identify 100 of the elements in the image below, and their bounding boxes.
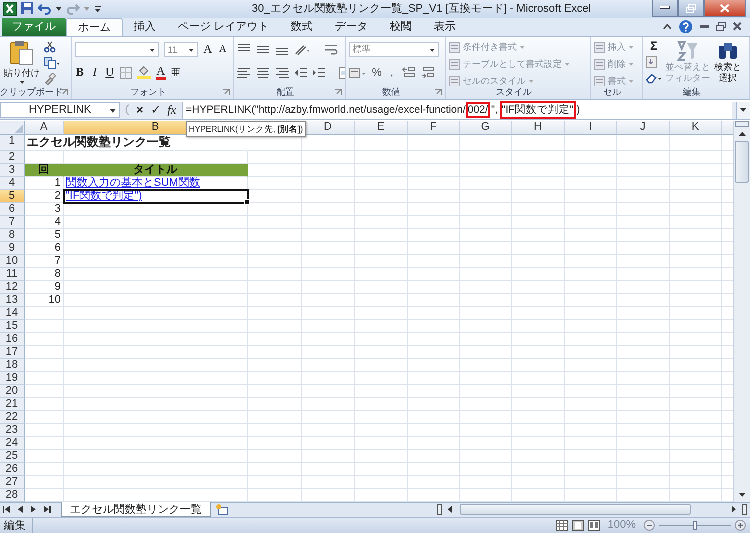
enter-button[interactable]: ✓ [150, 103, 162, 118]
decrease-decimal-icon[interactable] [421, 66, 435, 79]
page-break-icon[interactable] [588, 520, 600, 531]
spreadsheet-logo-icon[interactable] [3, 2, 17, 16]
grow-font-button[interactable]: A [203, 42, 213, 58]
paste-button[interactable]: 貼り付け [3, 40, 41, 86]
scroll-thumb[interactable] [735, 140, 749, 183]
row-header[interactable]: 19 [0, 372, 25, 385]
ribbon-tab[interactable]: 数式 [280, 18, 324, 36]
dialog-launcher-icon[interactable] [335, 88, 342, 96]
copy-icon[interactable] [44, 56, 60, 69]
row-header[interactable]: 21 [0, 398, 25, 411]
slider-thumb[interactable] [693, 520, 697, 530]
find-select-button[interactable]: 検索と選択 [714, 40, 742, 86]
phonetic-button[interactable]: 亜 [171, 66, 181, 80]
previous-sheet-icon[interactable] [18, 506, 23, 514]
last-sheet-icon[interactable] [44, 506, 51, 514]
decrease-indent-icon[interactable] [294, 66, 307, 79]
underline-button[interactable]: U [105, 65, 115, 80]
column-header[interactable]: F [408, 120, 460, 135]
row-header[interactable]: 20 [0, 384, 25, 398]
text-align-icon[interactable] [237, 66, 251, 79]
next-sheet-icon[interactable] [31, 506, 36, 514]
increase-indent-icon[interactable] [312, 66, 325, 79]
caret-icon[interactable] [56, 6, 62, 11]
formula-field[interactable]: =HYPERLINK("http://azby.fmworld.net/usage/excel-function/ 002/ ", "IF関数で判定" ) [182, 102, 732, 119]
row-header[interactable]: 3 [0, 164, 25, 177]
row-header[interactable]: 7 [0, 216, 25, 229]
normal-view-icon[interactable] [556, 520, 568, 531]
number-style-button[interactable]: , [387, 66, 397, 79]
row-header[interactable]: 9 [0, 242, 25, 255]
help-icon[interactable] [679, 20, 693, 34]
row-header[interactable]: 27 [0, 476, 25, 489]
scissors-icon[interactable] [44, 40, 56, 53]
vertical-align-icon[interactable] [256, 44, 270, 56]
collapse-ribbon-icon[interactable] [663, 24, 672, 30]
insert-function-button[interactable]: fx [166, 102, 178, 118]
row-header[interactable]: 8 [0, 228, 25, 242]
restore-icon[interactable] [716, 22, 726, 32]
number-format-dropdown[interactable]: 標準 [349, 42, 439, 58]
currency-icon[interactable] [349, 66, 367, 79]
row-header[interactable]: 12 [0, 280, 25, 294]
ribbon-tab[interactable]: データ [324, 18, 380, 36]
ribbon-tab[interactable]: 挿入 [123, 18, 167, 36]
new-sheet-icon[interactable] [215, 504, 229, 516]
customize-toolbar-icon[interactable] [94, 4, 102, 13]
orientation-icon[interactable] [294, 44, 310, 56]
bold-button[interactable]: B [75, 65, 85, 80]
close-button[interactable] [704, 0, 746, 17]
column-header[interactable]: I [565, 120, 617, 135]
row-header[interactable]: 14 [0, 306, 25, 320]
brush-icon[interactable] [44, 72, 56, 85]
row-header[interactable]: 2 [0, 150, 25, 164]
first-sheet-icon[interactable] [3, 506, 10, 514]
cancel-button[interactable]: × [134, 103, 146, 118]
font-size-dropdown[interactable]: 11 [164, 42, 198, 58]
row-header[interactable]: 6 [0, 202, 25, 216]
row-header[interactable]: 10 [0, 254, 25, 268]
scroll-thumb[interactable] [460, 504, 691, 516]
close-icon[interactable] [733, 22, 742, 32]
text-align-icon[interactable] [275, 66, 289, 79]
row-header[interactable]: 24 [0, 436, 25, 450]
row-header[interactable]: 23 [0, 424, 25, 437]
zoom-out-icon[interactable] [644, 520, 655, 531]
minimize-icon[interactable] [700, 24, 709, 29]
row-header[interactable]: 13 [0, 294, 25, 307]
dialog-launcher-icon[interactable] [61, 88, 68, 96]
row-header[interactable]: 16 [0, 332, 25, 346]
autosum-button[interactable]: Σ [646, 40, 662, 52]
row-header[interactable]: 17 [0, 346, 25, 359]
increase-decimal-icon[interactable] [402, 66, 416, 79]
ribbon-tab[interactable]: ページ レイアウト [167, 18, 280, 36]
column-header[interactable]: E [355, 120, 408, 135]
shrink-font-button[interactable]: A [218, 44, 228, 56]
row-header[interactable]: 18 [0, 358, 25, 372]
dialog-launcher-icon[interactable] [223, 88, 230, 96]
ribbon-tab[interactable]: ホーム [66, 18, 123, 36]
row-header[interactable]: 11 [0, 268, 25, 281]
row-header[interactable]: 4 [0, 176, 25, 190]
link-cell[interactable]: "IF関数で判定") [64, 190, 248, 203]
restore-button[interactable] [678, 0, 704, 17]
expand-formula-button[interactable] [736, 102, 750, 119]
row-header[interactable]: 25 [0, 450, 25, 463]
column-header[interactable]: J [617, 120, 670, 135]
ribbon-tab[interactable]: 校閲 [379, 18, 424, 36]
fill-bucket-icon[interactable] [137, 66, 151, 80]
column-header[interactable]: H [512, 120, 565, 135]
row-header[interactable]: 26 [0, 462, 25, 476]
column-header[interactable]: G [460, 120, 512, 135]
italic-button[interactable]: I [90, 65, 100, 80]
row-header[interactable]: 5 [0, 190, 25, 203]
text-align-icon[interactable] [256, 66, 270, 79]
column-header[interactable]: K [670, 120, 722, 135]
row-header[interactable]: 28 [0, 488, 25, 502]
wrap-text-icon[interactable] [324, 44, 338, 56]
split-box-icon[interactable] [742, 504, 747, 516]
name-box[interactable]: HYPERLINK [0, 102, 120, 118]
dialog-launcher-icon[interactable] [435, 88, 442, 96]
link-cell[interactable]: 関数入力の基本とSUM関数 [64, 176, 248, 190]
font-color-button[interactable]: A [156, 66, 166, 80]
